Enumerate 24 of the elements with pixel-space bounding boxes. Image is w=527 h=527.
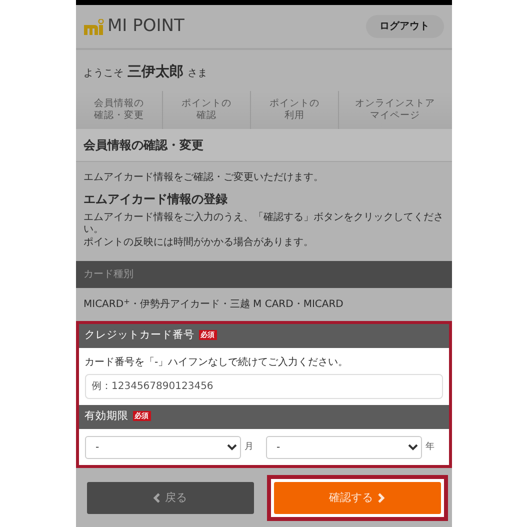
brand-name: MI POINT — [108, 14, 184, 38]
month-select[interactable]: - — [84, 436, 240, 459]
card-type-text: MICARD$^{+}$・伊勢丹アイカード・三越 M CARD・MICARD — [82, 296, 344, 312]
logo-icon — [84, 18, 104, 34]
instruction-text: ポイントの反映には時間がかかる場合があります。 — [84, 236, 314, 250]
logout-button[interactable]: ログアウト — [366, 15, 444, 38]
honorific-text: さま — [188, 67, 208, 81]
field-heading: カード種別 — [76, 261, 452, 288]
unit-label: 月 — [244, 440, 254, 454]
back-button[interactable]: 戻る — [86, 482, 254, 514]
card-number-field[interactable]: 例：1234567890123456 — [84, 374, 442, 399]
user-name: 三伊太郎 — [128, 62, 184, 82]
nav-tab[interactable]: オンラインストア マイページ — [338, 91, 452, 129]
instruction-text: エムアイカード情報をご入力のうえ、「確認する」ボタンをクリックしてください。 — [84, 212, 444, 236]
hint-text: カード番号を「-」ハイフンなしで続けてご入力ください。 — [84, 356, 350, 370]
intro-text: エムアイカード情報をご確認・ご変更いただけます。 — [84, 170, 324, 185]
section-title: 会員情報の確認・変更 — [76, 128, 452, 162]
chevron-left-icon — [153, 493, 161, 503]
year-select[interactable]: - — [266, 436, 422, 459]
unit-label: 年 — [426, 440, 434, 454]
subsection-title: エムアイカード情報の登録 — [84, 190, 228, 208]
chevron-right-icon — [377, 493, 385, 503]
welcome-text: ようこそ — [84, 67, 124, 81]
confirm-button[interactable]: 確認する — [274, 482, 440, 514]
